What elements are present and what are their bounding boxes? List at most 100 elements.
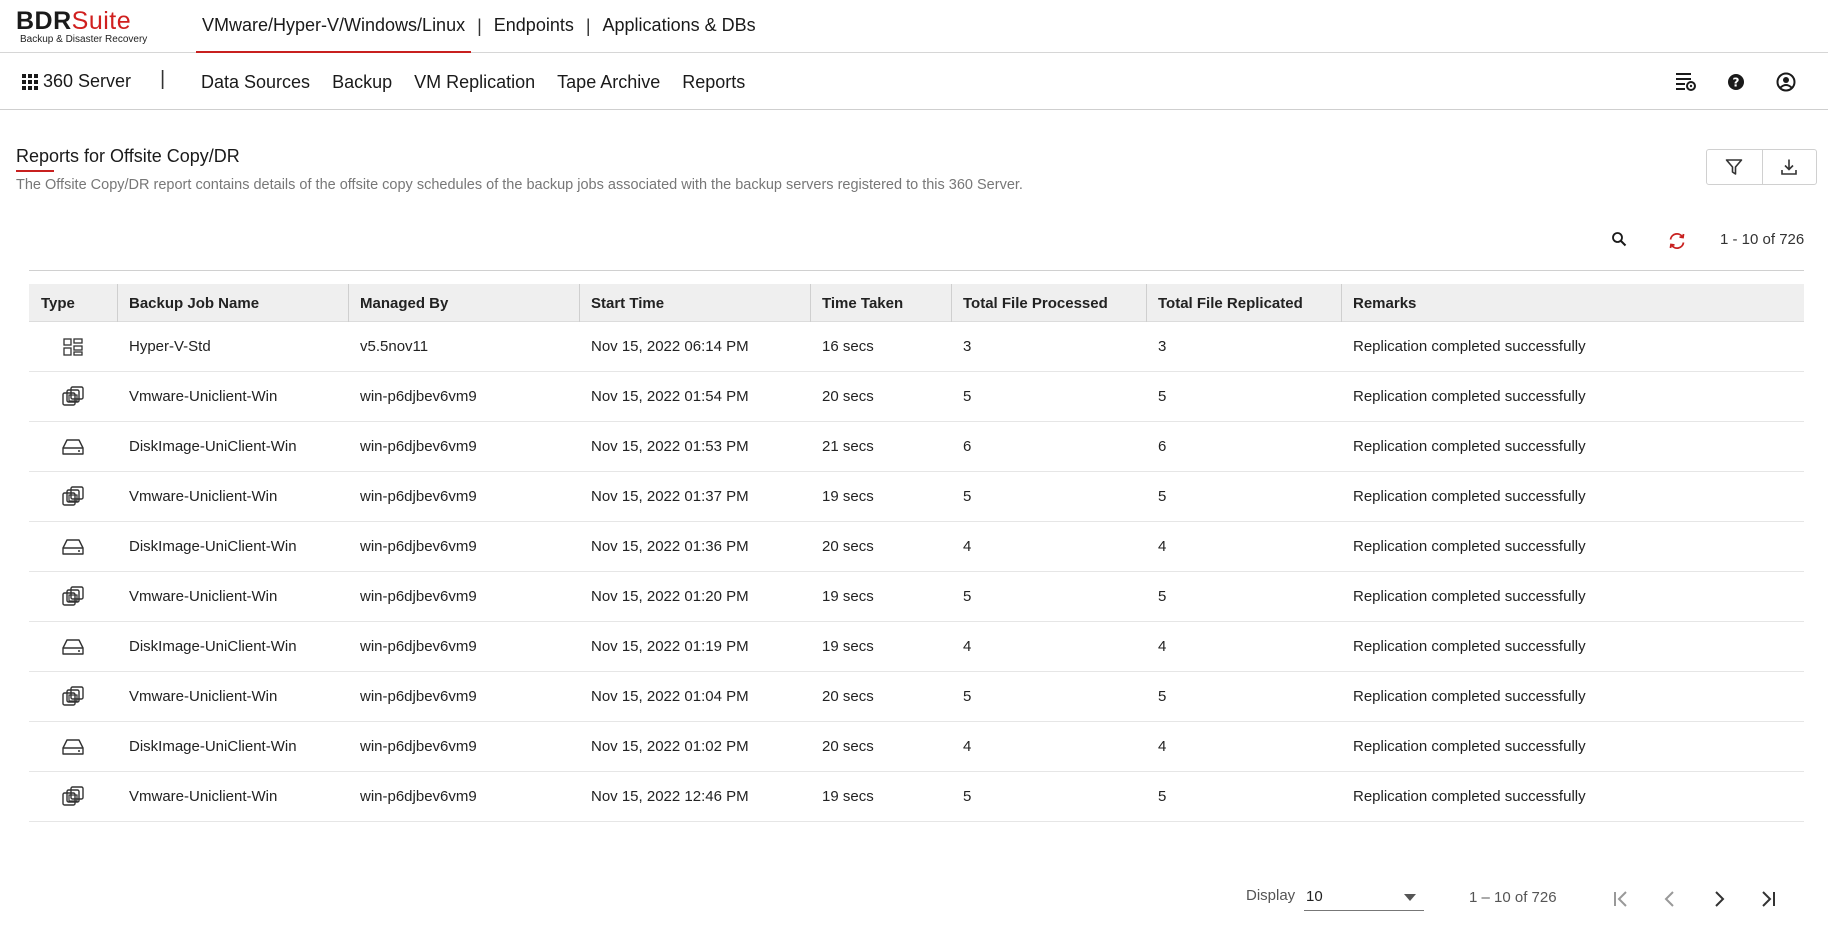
display-label: Display [1246, 887, 1296, 904]
table-row[interactable]: Hyper-V-Std v5.5nov11 Nov 15, 2022 06:14 P… [29, 322, 1804, 372]
tab-applications-dbs[interactable]: Applications & DBs [597, 0, 762, 53]
previous-page-button[interactable] [1656, 885, 1684, 913]
table-row[interactable]: DiskImage-UniClient-Win win-p6djbev6vm9 No… [29, 422, 1804, 472]
table-row[interactable]: DiskImage-UniClient-Win win-p6djbev6vm9 No… [29, 722, 1804, 772]
table-header: Type Backup Job Name Managed By Start Ti… [29, 284, 1804, 322]
apps-label: 360 Server [43, 71, 132, 91]
time-taken-cell: 19 secs [822, 788, 874, 805]
start-time-cell: Nov 15, 2022 01:19 PM [591, 638, 749, 655]
total-file-replicated-cell: 6 [1158, 438, 1167, 455]
remarks-cell: Replication completed successfully [1353, 738, 1586, 755]
time-taken-cell: 19 secs [822, 488, 874, 505]
total-file-processed-cell: 4 [963, 738, 972, 755]
table-row[interactable]: DiskImage-UniClient-Win win-p6djbev6vm9 No… [29, 522, 1804, 572]
logo-wordmark: BDRSuite [16, 8, 156, 34]
start-time-cell: Nov 15, 2022 01:37 PM [591, 488, 749, 505]
table-row[interactable]: DiskImage-UniClient-Win win-p6djbev6vm9 No… [29, 622, 1804, 672]
column-header-managed-by[interactable]: Managed By [348, 284, 579, 322]
nav-item-vm-replication[interactable]: VM Replication [414, 72, 535, 93]
backup-job-name-cell: Vmware-Uniclient-Win [129, 588, 278, 605]
start-time-cell: Nov 15, 2022 01:54 PM [591, 388, 749, 405]
table-row[interactable]: Vmware-Uniclient-Win win-p6djbev6vm9 Nov 1… [29, 372, 1804, 422]
tab-separator: | [585, 16, 591, 36]
managed-by-cell: win-p6djbev6vm9 [360, 388, 477, 405]
start-time-cell: Nov 15, 2022 01:20 PM [591, 588, 749, 605]
managed-by-cell: win-p6djbev6vm9 [360, 438, 477, 455]
nav-icons: ? [1648, 70, 1798, 94]
total-file-replicated-cell: 4 [1158, 638, 1167, 655]
time-taken-cell: 20 secs [822, 738, 874, 755]
column-header-total-file-processed[interactable]: Total File Processed [951, 284, 1146, 322]
type-cell [29, 722, 117, 771]
column-header-type[interactable]: Type [29, 284, 117, 322]
nav-item-data-sources[interactable]: Data Sources [201, 72, 310, 93]
table-row[interactable]: Vmware-Uniclient-Win win-p6djbev6vm9 Nov 1… [29, 472, 1804, 522]
apps-menu-button[interactable]: 360 Server [22, 71, 131, 92]
svg-text:?: ? [1733, 76, 1740, 90]
type-cell [29, 672, 117, 721]
total-file-replicated-cell: 5 [1158, 688, 1167, 705]
vmware-icon [62, 585, 84, 608]
report-tools [1706, 149, 1817, 185]
hyperv-icon [63, 337, 83, 356]
disk-image-icon [62, 738, 84, 756]
time-taken-cell: 20 secs [822, 688, 874, 705]
time-taken-cell: 21 secs [822, 438, 874, 455]
bdrsuite-logo[interactable]: BDRSuite Backup & Disaster Recovery [16, 8, 156, 48]
remarks-cell: Replication completed successfully [1353, 388, 1586, 405]
total-file-replicated-cell: 5 [1158, 488, 1167, 505]
user-account-icon[interactable] [1774, 70, 1798, 94]
remarks-cell: Replication completed successfully [1353, 588, 1586, 605]
total-file-processed-cell: 4 [963, 538, 972, 555]
managed-by-cell: win-p6djbev6vm9 [360, 638, 477, 655]
page-size-select[interactable]: 10 [1304, 885, 1424, 911]
managed-by-cell: win-p6djbev6vm9 [360, 738, 477, 755]
column-header-total-file-replicated[interactable]: Total File Replicated [1146, 284, 1341, 322]
filter-button[interactable] [1707, 150, 1762, 184]
remarks-cell: Replication completed successfully [1353, 338, 1586, 355]
column-header-start-time[interactable]: Start Time [579, 284, 810, 322]
start-time-cell: Nov 15, 2022 01:36 PM [591, 538, 749, 555]
type-cell [29, 372, 117, 421]
first-page-button[interactable] [1607, 885, 1635, 913]
caret-down-icon [1404, 894, 1416, 901]
tab-vmware-hyperv-windows-linux[interactable]: VMware/Hyper-V/Windows/Linux [196, 0, 472, 53]
next-page-button[interactable] [1705, 885, 1733, 913]
column-header-time-taken[interactable]: Time Taken [810, 284, 951, 322]
time-taken-cell: 19 secs [822, 588, 874, 605]
time-taken-cell: 20 secs [822, 538, 874, 555]
type-cell [29, 322, 117, 371]
page-description: The Offsite Copy/DR report contains deta… [16, 177, 1023, 193]
total-file-processed-cell: 5 [963, 688, 972, 705]
nav-item-backup[interactable]: Backup [332, 72, 392, 93]
download-button[interactable] [1761, 150, 1817, 184]
time-taken-cell: 20 secs [822, 388, 874, 405]
vmware-icon [62, 685, 84, 708]
start-time-cell: Nov 15, 2022 01:02 PM [591, 738, 749, 755]
page-title: Reports for Offsite Copy/DR [16, 146, 240, 166]
nav-menu: Data Sources Backup VM Replication Tape … [201, 54, 767, 110]
last-page-icon [1762, 891, 1775, 907]
total-file-processed-cell: 6 [963, 438, 972, 455]
tab-endpoints[interactable]: Endpoints [488, 0, 580, 53]
table-row[interactable]: Vmware-Uniclient-Win win-p6djbev6vm9 Nov 1… [29, 672, 1804, 722]
total-file-processed-cell: 5 [963, 388, 972, 405]
last-page-button[interactable] [1754, 885, 1782, 913]
column-header-remarks[interactable]: Remarks [1341, 284, 1804, 322]
help-icon[interactable]: ? [1724, 70, 1748, 94]
table-search-button[interactable] [1608, 228, 1630, 250]
vmware-icon [62, 385, 84, 408]
next-page-icon [1715, 891, 1725, 907]
title-underline [16, 170, 54, 172]
nav-item-reports[interactable]: Reports [682, 72, 745, 93]
total-file-processed-cell: 5 [963, 788, 972, 805]
table-row[interactable]: Vmware-Uniclient-Win win-p6djbev6vm9 Nov 1… [29, 772, 1804, 822]
nav-item-tape-archive[interactable]: Tape Archive [557, 72, 660, 93]
table-refresh-button[interactable] [1665, 229, 1689, 253]
column-header-backup-job-name[interactable]: Backup Job Name [117, 284, 348, 322]
settings-list-icon[interactable] [1674, 70, 1698, 94]
previous-page-icon [1664, 891, 1674, 907]
managed-by-cell: win-p6djbev6vm9 [360, 788, 477, 805]
page-range-text: 1 – 10 of 726 [1469, 889, 1557, 906]
table-row[interactable]: Vmware-Uniclient-Win win-p6djbev6vm9 Nov 1… [29, 572, 1804, 622]
